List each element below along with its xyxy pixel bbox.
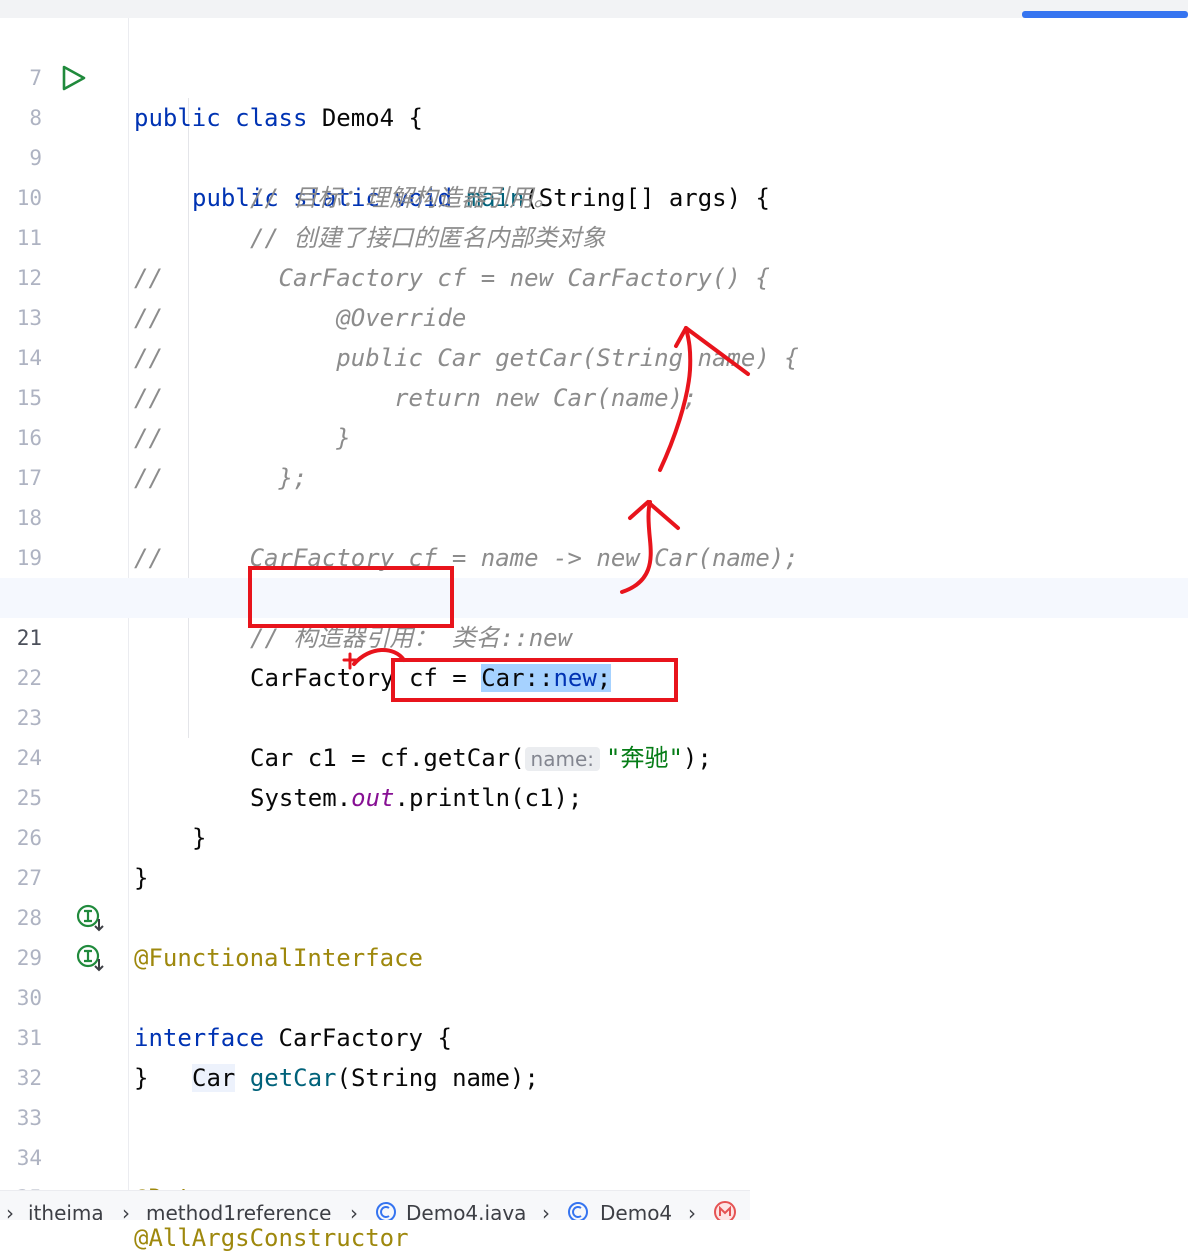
code-line[interactable]: 28 @FunctionalInterface — [0, 858, 1188, 972]
code-line[interactable]: 12 // @Override — [0, 218, 1188, 332]
code-line[interactable]: 24 System.out.println(c1); — [0, 698, 1188, 812]
breadcrumb: › itheima › method1reference › Demo4.jav… — [0, 1190, 750, 1220]
code-line[interactable]: 20 // 构造器引用： 类名::new — [0, 538, 1188, 652]
code-line[interactable]: 18 // CarFactory cf = name -> new Car(na… — [0, 458, 1188, 572]
code-line[interactable]: 31 } — [0, 978, 1188, 1092]
scroll-position-indicator[interactable] — [1022, 11, 1188, 18]
breadcrumb-item-file[interactable]: Demo4.java — [406, 1201, 526, 1220]
code-line[interactable]: 25 } — [0, 738, 1188, 852]
java-class-icon — [568, 1202, 588, 1220]
breadcrumb-separator: › — [542, 1201, 550, 1220]
method-icon — [714, 1201, 736, 1220]
code-line[interactable]: 11 // CarFactory cf = new CarFactory() { — [0, 178, 1188, 292]
breadcrumb-item-package[interactable]: itheima — [28, 1201, 104, 1220]
java-class-file-icon — [376, 1202, 396, 1220]
annotation-text: @AllArgsConstructor — [134, 1224, 409, 1252]
implemented-interface-icon[interactable] — [74, 902, 106, 934]
breadcrumb-separator: › — [6, 1201, 14, 1220]
implemented-method-icon[interactable] — [74, 942, 106, 974]
breadcrumb-separator: › — [688, 1201, 696, 1220]
breadcrumb-separator: › — [350, 1201, 358, 1220]
code-line[interactable]: 9 // 目标：理解构造器引用。 — [0, 98, 1188, 212]
code-line[interactable]: 26 } — [0, 778, 1188, 892]
code-line[interactable]: 35 @AllArgsConstructor — [0, 1138, 1188, 1252]
code-line[interactable]: 27 — [0, 818, 1188, 890]
breadcrumb-separator: › — [122, 1201, 130, 1220]
code-line[interactable]: 22 — [0, 618, 1188, 690]
code-line[interactable]: 30 Car getCar(String name); — [0, 938, 1188, 1092]
breadcrumb-item-class[interactable]: Demo4 — [600, 1201, 672, 1220]
code-line[interactable]: 33 — [0, 1058, 1188, 1130]
code-line[interactable]: 15 // } — [0, 338, 1188, 452]
code-line[interactable]: 29 interface CarFactory { — [0, 898, 1188, 1052]
code-line[interactable]: 32 — [0, 1018, 1188, 1090]
breadcrumb-item-subpackage[interactable]: method1reference — [146, 1201, 331, 1220]
editor-tab-strip — [0, 0, 1188, 18]
code-line[interactable]: 8 public static void main(String[] args)… — [0, 58, 1188, 212]
code-line[interactable]: 16 // }; — [0, 378, 1188, 492]
code-line[interactable]: 7 public class Demo4 { — [0, 18, 1188, 132]
code-line[interactable]: 23 Car c1 = cf.getCar(name: "奔驰"); — [0, 658, 1188, 772]
code-line[interactable]: 34 @Data — [0, 1098, 1188, 1212]
run-icon[interactable] — [58, 62, 90, 94]
code-line[interactable]: 14 // return new Car(name); — [0, 298, 1188, 412]
code-line[interactable]: 13 // public Car getCar(String name) { — [0, 258, 1188, 372]
code-line[interactable]: 19 — [0, 498, 1188, 570]
code-line[interactable]: 10 // 创建了接口的匿名内部类对象 — [0, 138, 1188, 252]
code-line[interactable]: 17 — [0, 418, 1188, 490]
code-line-current[interactable]: 21 CarFactory cf = Car::new; — [0, 578, 1188, 692]
